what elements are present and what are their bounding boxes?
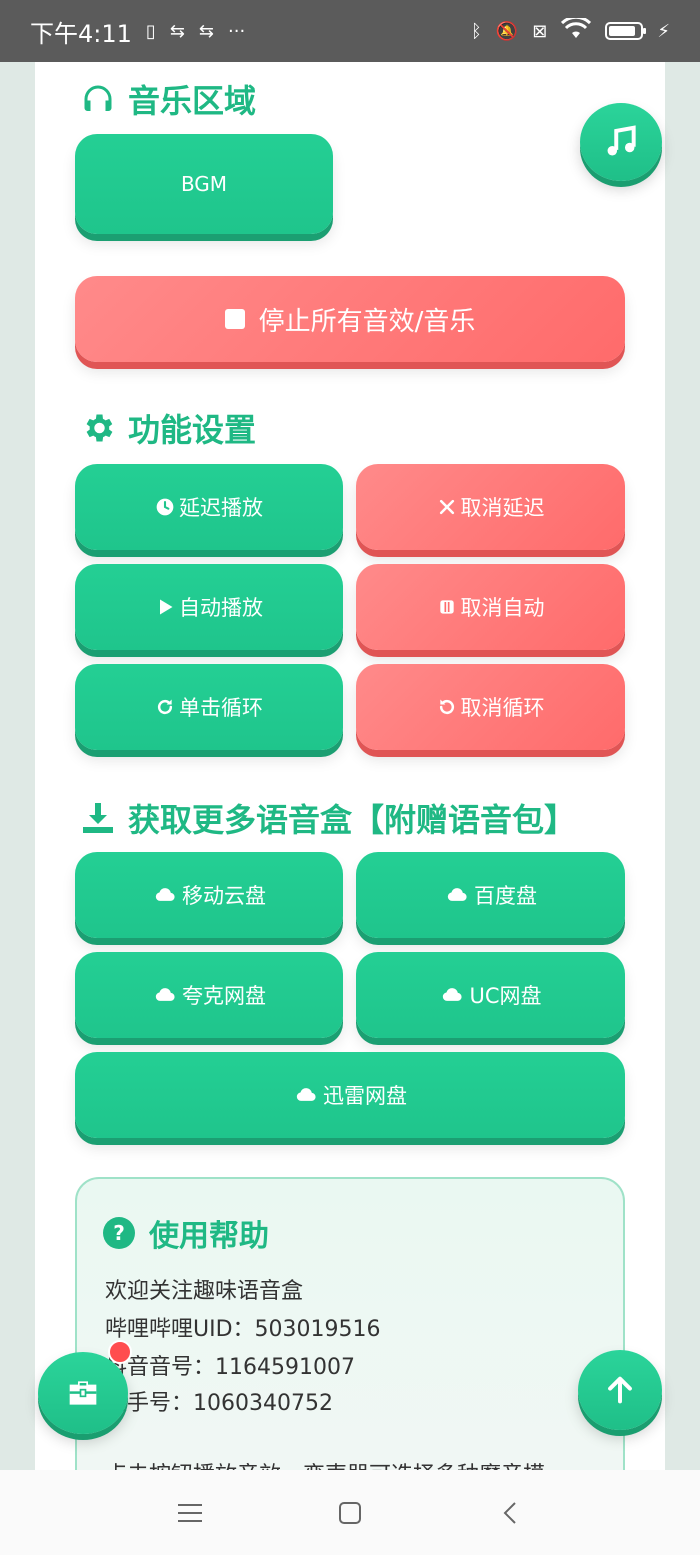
- auto-play-button[interactable]: 自动播放: [75, 564, 343, 650]
- settings-section-label: 功能设置: [128, 411, 257, 449]
- baidu-pan-label: 百度盘: [474, 884, 537, 908]
- help-line: 快手号：1060340752: [105, 1391, 333, 1416]
- wifi-icon: [561, 15, 592, 45]
- cloud-icon: [443, 988, 463, 1001]
- auto-play-label: 自动播放: [179, 596, 263, 620]
- back-icon[interactable]: [490, 1493, 530, 1533]
- arrow-up-icon: [608, 1376, 632, 1404]
- quark-pan-label: 夸克网盘: [182, 984, 266, 1008]
- music-section-title: 音乐区域: [80, 76, 256, 122]
- charging-icon: ⚡: [657, 20, 670, 42]
- cancel-delay-button[interactable]: 取消延迟: [356, 464, 625, 550]
- help-line: 抖音音号：1164591007: [105, 1355, 355, 1380]
- home-icon[interactable]: [330, 1493, 370, 1533]
- gear-icon: [86, 414, 113, 442]
- cancel-auto-label: 取消自动: [460, 596, 545, 620]
- bgm-button[interactable]: BGM: [75, 134, 333, 234]
- quark-pan-button[interactable]: 夸克网盘: [75, 952, 343, 1038]
- xunlei-pan-label: 迅雷网盘: [323, 1084, 407, 1108]
- menu-icon[interactable]: [170, 1493, 210, 1533]
- xunlei-pan-button[interactable]: 迅雷网盘: [75, 1052, 625, 1138]
- cloud-icon: [155, 988, 175, 1001]
- help-box: ? 使用帮助 欢迎关注趣味语音盒 哔哩哔哩UID：503019516 抖音音号：…: [75, 1177, 625, 1470]
- help-line: 欢迎关注趣味语音盒: [105, 1279, 304, 1304]
- uc-pan-label: UC网盘: [469, 984, 542, 1008]
- status-bar: 下午4:11 ▯ ⇆ ⇆ ··· ᛒ 🔕 ⊠ ⚡: [0, 0, 700, 62]
- redo-icon: [157, 699, 173, 715]
- bluetooth-icon: ᛒ: [471, 20, 482, 42]
- question-icon: ?: [103, 1217, 135, 1249]
- usb-icon: ⇆: [169, 20, 185, 42]
- downloads-section-title: 获取更多语音盒【附赠语音包】: [80, 795, 576, 841]
- toolbox-fab-button[interactable]: [38, 1352, 128, 1434]
- help-title: ? 使用帮助: [103, 1211, 269, 1255]
- download-icon: [83, 803, 113, 833]
- system-nav-bar: [0, 1470, 700, 1555]
- baidu-pan-button[interactable]: 百度盘: [356, 852, 625, 938]
- stop-all-label: 停止所有音效/音乐: [258, 306, 476, 337]
- delay-play-label: 延迟播放: [179, 496, 263, 520]
- cancel-delay-label: 取消延迟: [460, 496, 545, 520]
- music-note-icon: [607, 125, 636, 156]
- help-line: 哔哩哔哩UID：503019516: [105, 1317, 381, 1342]
- cloud-icon: [296, 1088, 316, 1101]
- music-fab-button[interactable]: [580, 103, 662, 181]
- more-icon: ···: [228, 20, 246, 42]
- click-loop-button[interactable]: 单击循环: [75, 664, 343, 750]
- page-content: 音乐区域 BGM 停止所有音效/音乐 功能设置 延迟播放 取消延迟 自动播放 取…: [35, 62, 665, 1470]
- cloud-icon: [155, 888, 175, 901]
- play-icon: [160, 599, 173, 615]
- click-loop-label: 单击循环: [179, 696, 263, 720]
- cancel-loop-button[interactable]: 取消循环: [356, 664, 625, 750]
- no-sim-icon: ⊠: [532, 20, 548, 42]
- cloud-icon: [447, 888, 467, 901]
- notification-badge: [108, 1340, 132, 1364]
- headphones-icon: [84, 85, 112, 111]
- close-icon: [439, 499, 454, 515]
- cancel-auto-button[interactable]: 取消自动: [356, 564, 625, 650]
- cancel-loop-label: 取消循环: [460, 696, 545, 720]
- scroll-top-button[interactable]: [578, 1350, 662, 1430]
- bgm-button-label: BGM: [180, 172, 228, 196]
- toolbox-icon: [69, 1381, 97, 1405]
- stop-icon: [224, 309, 245, 329]
- music-section-label: 音乐区域: [128, 82, 257, 120]
- stop-all-button[interactable]: 停止所有音效/音乐: [75, 276, 625, 362]
- mobile-cloud-label: 移动云盘: [182, 884, 266, 908]
- uc-pan-button[interactable]: UC网盘: [356, 952, 625, 1038]
- help-title-label: 使用帮助: [149, 1219, 269, 1254]
- mute-icon: 🔕: [495, 20, 519, 42]
- delay-play-button[interactable]: 延迟播放: [75, 464, 343, 550]
- clock-icon: [156, 498, 174, 516]
- settings-section-title: 功能设置: [80, 405, 256, 451]
- sim-icon: ▯: [145, 20, 156, 42]
- help-line: 点击按钮播放音效，变声器可选择多种魔音模: [105, 1457, 545, 1470]
- battery-icon: [605, 22, 647, 40]
- mobile-cloud-button[interactable]: 移动云盘: [75, 852, 343, 938]
- pause-icon: [439, 600, 454, 614]
- status-time: 下午4:11: [30, 19, 132, 48]
- downloads-section-label: 获取更多语音盒【附赠语音包】: [128, 801, 577, 839]
- undo-icon: [439, 699, 454, 715]
- usb-icon: ⇆: [198, 20, 214, 42]
